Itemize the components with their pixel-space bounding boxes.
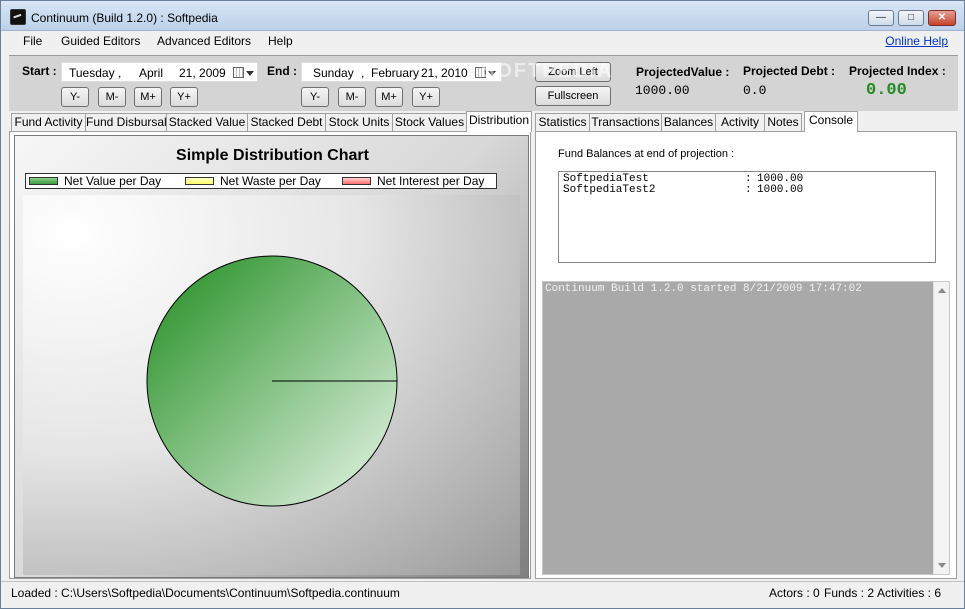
tab-stock-units[interactable]: Stock Units [325, 113, 393, 131]
tab-stacked-debt[interactable]: Stacked Debt [247, 113, 326, 131]
app-window: Continuum (Build 1.2.0) : Softpedia — □ … [0, 0, 965, 609]
end-month: February [371, 66, 420, 80]
maximize-button[interactable]: □ [898, 10, 924, 26]
start-date: 21, 2009 [179, 66, 226, 80]
projected-value: 1000.00 [635, 83, 690, 98]
console-scrollbar[interactable] [933, 282, 949, 574]
legend-label-net-value: Net Value per Day [64, 174, 162, 188]
end-date: 21, 2010 [421, 66, 468, 80]
softpedia-watermark: SOFTPEDIA [481, 60, 614, 82]
status-actors: Actors : 0 [769, 586, 820, 600]
tab-transactions[interactable]: Transactions [589, 113, 662, 131]
projected-index-label: Projected Index : [849, 64, 946, 78]
minimize-button[interactable]: — [868, 10, 894, 26]
console-log-line: Continuum Build 1.2.0 started 8/21/2009 … [545, 283, 862, 295]
left-chart-panel: Fund Activity Fund Disbursal Stacked Val… [9, 111, 532, 579]
start-month-plus-button[interactable]: M+ [134, 87, 162, 107]
fund-row-value: 1000.00 [757, 184, 804, 196]
menu-bar: File Guided Editors Advanced Editors Hel… [1, 31, 964, 53]
end-month-minus-button[interactable]: M- [338, 87, 366, 107]
app-icon [10, 9, 26, 25]
menu-advanced-editors[interactable]: Advanced Editors [157, 34, 251, 48]
start-date-picker[interactable]: Tuesday , April 21, 2009 [61, 62, 258, 82]
online-help-link[interactable]: Online Help [885, 34, 948, 48]
fund-balances-list[interactable]: SoftpediaTest : 1000.00 SoftpediaTest2 :… [558, 171, 936, 263]
start-year-minus-button[interactable]: Y- [61, 87, 89, 107]
tab-balances[interactable]: Balances [661, 113, 716, 131]
legend-swatch-net-waste [185, 177, 214, 185]
tab-activity[interactable]: Activity [715, 113, 765, 131]
status-activities: Activities : 6 [877, 586, 942, 600]
tab-distribution[interactable]: Distribution [466, 111, 532, 132]
start-comma: , [118, 66, 122, 80]
tab-console[interactable]: Console [804, 111, 858, 132]
projected-value-label: ProjectedValue : [636, 65, 730, 79]
fund-row-separator: : [745, 184, 752, 196]
projected-index: 0.00 [866, 81, 907, 100]
tab-fund-disbursal[interactable]: Fund Disbursal [85, 113, 167, 131]
status-bar: Loaded : C:\Users\Softpedia\Documents\Co… [1, 581, 964, 608]
menu-help[interactable]: Help [268, 34, 293, 48]
menu-guided-editors[interactable]: Guided Editors [61, 34, 140, 48]
legend-label-net-interest: Net Interest per Day [377, 174, 485, 188]
menu-file[interactable]: File [23, 34, 42, 48]
fund-row-name: SoftpediaTest2 [563, 184, 656, 196]
legend-label-net-waste: Net Waste per Day [220, 174, 321, 188]
start-month-minus-button[interactable]: M- [98, 87, 126, 107]
start-day: Tuesday [69, 66, 115, 80]
status-funds: Funds : 2 [824, 586, 875, 600]
title-bar[interactable]: Continuum (Build 1.2.0) : Softpedia — □ … [1, 1, 964, 31]
scroll-down-icon[interactable] [938, 563, 946, 568]
tab-stock-values[interactable]: Stock Values [392, 113, 467, 131]
pie-chart [146, 255, 398, 507]
start-label: Start : [22, 64, 57, 78]
tab-stacked-value[interactable]: Stacked Value [166, 113, 248, 131]
window-title: Continuum (Build 1.2.0) : Softpedia [31, 11, 218, 25]
chart-legend: Net Value per Day Net Waste per Day Net … [25, 173, 497, 189]
end-day: Sunday [313, 66, 354, 80]
right-info-panel: Statistics Transactions Balances Activit… [535, 111, 957, 579]
fund-balances-heading: Fund Balances at end of projection : [558, 148, 735, 160]
legend-swatch-net-value [29, 177, 58, 185]
console-tab-body: Fund Balances at end of projection : Sof… [535, 131, 957, 579]
end-year-minus-button[interactable]: Y- [301, 87, 329, 107]
distribution-chart: Simple Distribution Chart Net Value per … [14, 135, 529, 578]
close-button[interactable]: ✕ [928, 10, 956, 26]
tab-statistics[interactable]: Statistics [535, 113, 590, 131]
end-year-plus-button[interactable]: Y+ [412, 87, 440, 107]
end-date-picker[interactable]: Sunday , February 21, 2010 [301, 62, 502, 82]
end-comma: , [361, 66, 365, 80]
start-year-plus-button[interactable]: Y+ [170, 87, 198, 107]
chevron-down-icon[interactable] [246, 71, 254, 76]
status-loaded-file: Loaded : C:\Users\Softpedia\Documents\Co… [11, 586, 400, 600]
start-month: April [139, 66, 164, 80]
chart-title: Simple Distribution Chart [176, 147, 369, 164]
calendar-icon[interactable] [233, 67, 244, 78]
legend-swatch-net-interest [342, 177, 371, 185]
fullscreen-button[interactable]: Fullscreen [535, 86, 611, 106]
end-label: End : [267, 64, 297, 78]
projected-debt-label: Projected Debt : [743, 64, 836, 78]
tab-fund-activity[interactable]: Fund Activity [11, 113, 86, 131]
end-month-plus-button[interactable]: M+ [375, 87, 403, 107]
tab-notes[interactable]: Notes [764, 113, 802, 131]
console-log[interactable]: Continuum Build 1.2.0 started 8/21/2009 … [542, 281, 950, 575]
scroll-up-icon[interactable] [938, 288, 946, 293]
projected-debt: 0.0 [743, 83, 767, 98]
chart-plot-area [23, 195, 520, 575]
distribution-tab-body: Simple Distribution Chart Net Value per … [9, 131, 531, 579]
